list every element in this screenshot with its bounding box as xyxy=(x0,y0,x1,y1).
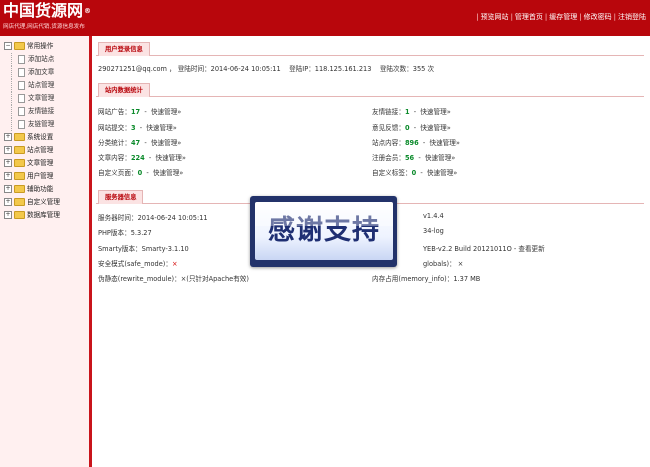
tree-group-articles[interactable]: + 文章管理 xyxy=(4,157,60,170)
quick-manage-link[interactable]: 快速管理» xyxy=(420,124,450,132)
tree-group-common[interactable]: − 常用操作 xyxy=(4,40,60,53)
site-logo[interactable]: 中国货源网® xyxy=(3,2,91,20)
site-slogan: 网店代理,网店代销,货源信息发布 xyxy=(3,24,85,30)
page-icon xyxy=(18,119,25,129)
folder-icon xyxy=(14,172,25,180)
server-right-2: 34-log xyxy=(423,227,444,235)
register-globals: globals)： × xyxy=(423,260,464,268)
quick-manage-link[interactable]: 快速管理» xyxy=(151,139,181,147)
stat-members: 注册会员：56 - 快速管理» xyxy=(372,154,456,162)
stat-submissions: 网站提交：3 - 快速管理» xyxy=(98,124,177,132)
top-header: 中国货源网® 网店代理,网店代销,货源信息发布 | 预览网站 | 管理首页 | 缓存管理 |… xyxy=(0,0,650,36)
folder-icon xyxy=(14,185,25,193)
preview-site-link[interactable]: 预览网站 xyxy=(481,13,509,21)
change-password-link[interactable]: 修改密码 xyxy=(584,13,612,21)
quick-manage-link[interactable]: 快速管理» xyxy=(425,154,455,162)
page-icon xyxy=(18,106,25,116)
section-title: 站内数据统计 xyxy=(98,83,150,97)
tree-group-sites[interactable]: + 站点管理 xyxy=(4,144,60,157)
server-time: 服务器时间：2014-06-24 10:05:11 xyxy=(98,214,208,222)
stat-site-content: 站点内容：896 - 快速管理» xyxy=(372,139,460,147)
stat-custom-tags: 自定义标签：0 - 快速管理» xyxy=(372,169,458,177)
stats-header: 站内数据统计 xyxy=(96,81,644,97)
quick-manage-link[interactable]: 快速管理» xyxy=(156,154,186,162)
tree-item-article-manage[interactable]: 文章管理 xyxy=(4,92,60,105)
tree-group-label: 常用操作 xyxy=(27,42,54,50)
admin-home-link[interactable]: 管理首页 xyxy=(515,13,543,21)
safe-mode: 安全模式(safe_mode)：× xyxy=(98,260,178,268)
expand-icon[interactable]: + xyxy=(4,172,12,180)
stat-custom-pages: 自定义页面：0 - 快速管理» xyxy=(98,169,184,177)
php-version: PHP版本：5.3.27 xyxy=(98,229,152,237)
collapse-icon[interactable]: − xyxy=(4,42,12,50)
server-right-1: v1.4.4 xyxy=(423,212,444,220)
stat-articles: 文章内容：224 - 快速管理» xyxy=(98,154,186,162)
quick-manage-link[interactable]: 快速管理» xyxy=(430,139,460,147)
expand-icon[interactable]: + xyxy=(4,159,12,167)
page-icon xyxy=(18,54,25,64)
login-account: 290271251@qq.com xyxy=(98,65,167,73)
page-icon xyxy=(18,67,25,77)
login-count: 355 xyxy=(412,65,426,73)
registered-mark: ® xyxy=(84,7,92,15)
expand-icon[interactable]: + xyxy=(4,146,12,154)
logo-text: 中国货源网 xyxy=(3,1,84,20)
login-ip: 118.125.161.213 xyxy=(314,65,372,73)
tree-item-add-site[interactable]: 添加站点 xyxy=(4,53,60,66)
tree-item-site-manage[interactable]: 站点管理 xyxy=(4,79,60,92)
tree-group-database[interactable]: + 数据库管理 xyxy=(4,209,60,222)
folder-icon xyxy=(14,198,25,206)
tree-group-users[interactable]: + 用户管理 xyxy=(4,170,60,183)
rewrite-module: 伪静态(rewrite_module)：×(只针对Apache有效) xyxy=(98,275,249,283)
expand-icon[interactable]: + xyxy=(4,133,12,141)
section-title: 服务器信息 xyxy=(98,190,144,204)
memory-usage: 内存占用(memory_info)：1.37 MB xyxy=(372,275,481,283)
login-time: 2014-06-24 10:05:11 xyxy=(210,65,281,73)
folder-open-icon xyxy=(14,42,25,50)
expand-icon[interactable]: + xyxy=(4,211,12,219)
tree-item-friend-links[interactable]: 友情链接 xyxy=(4,105,60,118)
quick-manage-link[interactable]: 快速管理» xyxy=(146,124,176,132)
folder-icon xyxy=(14,133,25,141)
quick-manage-link[interactable]: 快速管理» xyxy=(153,169,183,177)
quick-manage-link[interactable]: 快速管理» xyxy=(151,108,181,116)
thanks-overlay-badge: 感谢支持 xyxy=(250,196,397,267)
stat-ads: 网站广告：17 - 快速管理» xyxy=(98,108,182,116)
tree-group-custom[interactable]: + 自定义管理 xyxy=(4,196,60,209)
folder-icon xyxy=(14,159,25,167)
folder-icon xyxy=(14,211,25,219)
login-info-row: 290271251@qq.com ， 登陆时间：2014-06-24 10:05… xyxy=(98,65,435,73)
cms-version[interactable]: YEB-v2.2 Build 20121011O - 查看更新 xyxy=(423,243,545,253)
page-icon xyxy=(18,80,25,90)
folder-icon xyxy=(14,146,25,154)
logout-link[interactable]: 注销登陆 xyxy=(618,13,646,21)
expand-icon[interactable]: + xyxy=(4,185,12,193)
cache-manage-link[interactable]: 缓存管理 xyxy=(549,13,577,21)
top-nav-links: | 预览网站 | 管理首页 | 缓存管理 | 修改密码 | 注销登陆 xyxy=(476,13,646,21)
stat-feedback: 意见反馈：0 - 快速管理» xyxy=(372,124,451,132)
section-title: 用户登录信息 xyxy=(98,42,150,56)
tree-item-add-article[interactable]: 添加文章 xyxy=(4,66,60,79)
tree-group-tools[interactable]: + 辅助功能 xyxy=(4,183,60,196)
quick-manage-link[interactable]: 快速管理» xyxy=(427,169,457,177)
smarty-version: Smarty版本：Smarty-3.1.10 xyxy=(98,245,189,253)
stat-friend-links: 友情链接：1 - 快速管理» xyxy=(372,108,451,116)
overlay-text: 感谢支持 xyxy=(268,215,380,246)
sidebar: − 常用操作 添加站点 添加文章 站点管理 文章管理 友情链接 友链管理 + 系统设… xyxy=(0,36,92,467)
tree-item-link-manage[interactable]: 友链管理 xyxy=(4,118,60,131)
sidebar-tree: − 常用操作 添加站点 添加文章 站点管理 文章管理 友情链接 友链管理 + 系统设… xyxy=(4,40,60,222)
stat-categories: 分类统计：47 - 快速管理» xyxy=(98,139,182,147)
page-icon xyxy=(18,93,25,103)
quick-manage-link[interactable]: 快速管理» xyxy=(420,108,450,116)
expand-icon[interactable]: + xyxy=(4,198,12,206)
tree-group-system[interactable]: + 系统设置 xyxy=(4,131,60,144)
login-info-header: 用户登录信息 xyxy=(96,40,644,56)
